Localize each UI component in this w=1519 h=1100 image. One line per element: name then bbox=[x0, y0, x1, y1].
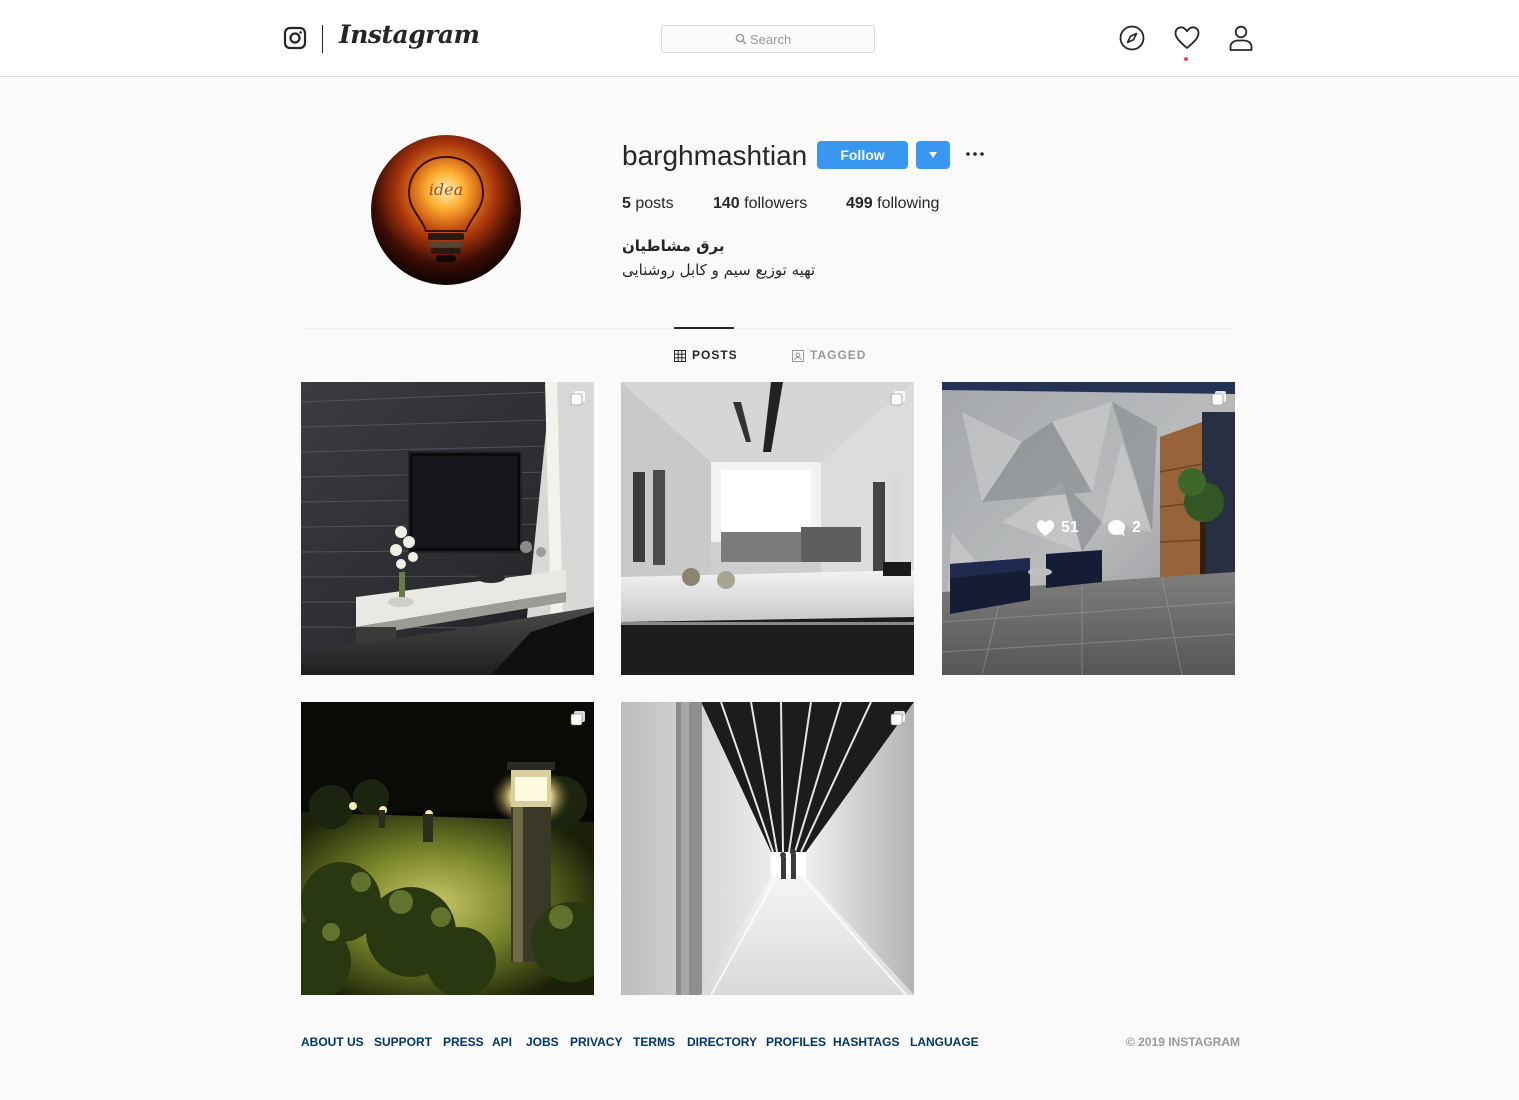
comment-filled-icon bbox=[1108, 520, 1125, 536]
tab-tagged-label: TAGGED bbox=[810, 348, 867, 362]
svg-text:idea: idea bbox=[429, 180, 463, 199]
posts-count: 5 bbox=[622, 195, 631, 212]
carousel-icon bbox=[890, 711, 905, 726]
carousel-icon bbox=[570, 391, 585, 406]
followers-label: followers bbox=[744, 195, 808, 212]
profile-full-name: برق مشاطیان bbox=[622, 237, 725, 255]
post-tile[interactable] bbox=[621, 702, 914, 995]
search-input[interactable] bbox=[750, 29, 860, 49]
tabs-divider bbox=[301, 328, 1235, 329]
post-tile[interactable] bbox=[621, 382, 914, 675]
footer-link-support[interactable]: SUPPORT bbox=[374, 1035, 432, 1049]
footer-link-jobs[interactable]: JOBS bbox=[526, 1035, 559, 1049]
camera-logo-icon[interactable] bbox=[283, 26, 307, 50]
post-tile[interactable] bbox=[301, 702, 594, 995]
footer-link-press[interactable]: PRESS bbox=[443, 1035, 484, 1049]
footer-link-terms[interactable]: TERMS bbox=[633, 1035, 675, 1049]
copyright-notice: © 2019 INSTAGRAM bbox=[1126, 1035, 1240, 1049]
footer-link-privacy[interactable]: PRIVACY bbox=[570, 1035, 622, 1049]
notification-dot bbox=[1184, 57, 1188, 61]
footer-link-about[interactable]: ABOUT US bbox=[301, 1035, 364, 1049]
top-nav-bar: Instagram bbox=[0, 0, 1519, 77]
post-image-garden-lights bbox=[301, 702, 594, 995]
post-tile[interactable] bbox=[301, 382, 594, 675]
search-box[interactable] bbox=[661, 25, 875, 53]
profile-avatar[interactable]: idea bbox=[371, 135, 521, 285]
followers-count: 140 bbox=[713, 195, 740, 212]
footer-link-directory[interactable]: DIRECTORY bbox=[687, 1035, 757, 1049]
heart-icon[interactable] bbox=[1173, 24, 1201, 52]
carousel-icon bbox=[570, 711, 585, 726]
person-icon[interactable] bbox=[1227, 24, 1255, 52]
following-count: 499 bbox=[846, 195, 873, 212]
carousel-icon bbox=[890, 391, 905, 406]
post-tile[interactable]: 51 2 bbox=[942, 382, 1235, 675]
comments-count: 2 bbox=[1132, 519, 1141, 536]
more-options-icon[interactable] bbox=[963, 146, 987, 162]
carousel-icon bbox=[1211, 391, 1226, 406]
followers-stat[interactable]: 140 followers bbox=[713, 195, 807, 213]
heart-filled-icon bbox=[1037, 520, 1054, 536]
tagged-user-icon bbox=[792, 350, 804, 362]
posts-label: posts bbox=[635, 195, 674, 212]
post-image-kitchen bbox=[621, 382, 914, 675]
caret-down-icon bbox=[929, 152, 937, 158]
follow-button[interactable]: Follow bbox=[817, 141, 908, 169]
footer-link-hashtags[interactable]: HASHTAGS bbox=[833, 1035, 899, 1049]
profile-bio: تهیه توزیع سیم و کابل روشنایی bbox=[622, 261, 816, 279]
post-image-tv-wall bbox=[301, 382, 594, 675]
footer-link-language[interactable]: LANGUAGE bbox=[910, 1035, 979, 1049]
tab-posts-label: POSTS bbox=[692, 348, 738, 362]
posts-count-stat: 5 posts bbox=[622, 195, 674, 213]
search-icon bbox=[735, 33, 747, 45]
grid-icon bbox=[674, 350, 686, 362]
footer-link-profiles[interactable]: PROFILES bbox=[766, 1035, 826, 1049]
active-tab-indicator bbox=[674, 327, 734, 329]
instagram-wordmark[interactable]: Instagram bbox=[339, 20, 480, 49]
footer-link-api[interactable]: API bbox=[492, 1035, 512, 1049]
following-stat[interactable]: 499 following bbox=[846, 195, 939, 213]
profile-username: barghmashtian bbox=[622, 140, 808, 171]
post-hover-overlay: 51 2 bbox=[942, 382, 1235, 675]
suggested-accounts-button[interactable] bbox=[916, 141, 950, 169]
following-label: following bbox=[877, 195, 940, 212]
post-image-corridor bbox=[621, 702, 914, 995]
compass-icon[interactable] bbox=[1118, 24, 1146, 52]
likes-count: 51 bbox=[1061, 519, 1079, 536]
logo-divider bbox=[322, 25, 323, 53]
